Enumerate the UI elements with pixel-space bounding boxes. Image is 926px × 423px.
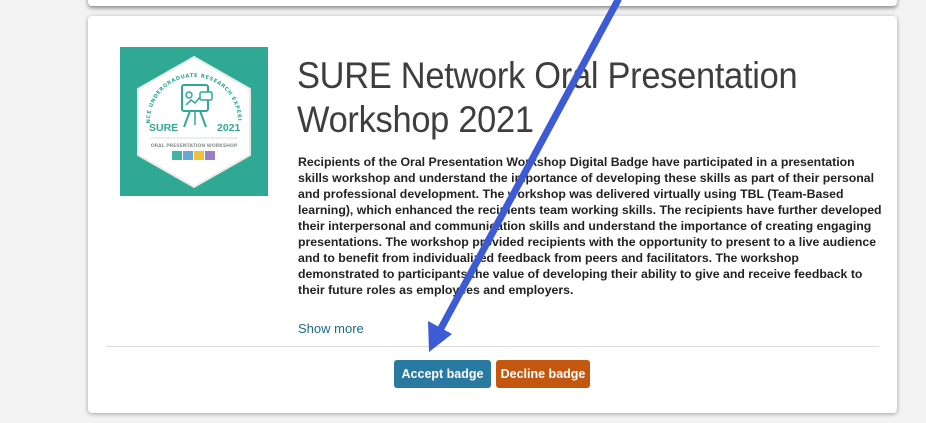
previous-card-bottom: [88, 0, 897, 6]
svg-text:SURE: SURE: [149, 122, 178, 134]
badge-description: Recipients of the Oral Presentation Work…: [298, 155, 882, 297]
badge-card: SCIENCE UNDERGRADUATE RESEARCH EXPERIENC…: [88, 16, 897, 413]
badge-image: SCIENCE UNDERGRADUATE RESEARCH EXPERIENC…: [120, 47, 268, 196]
accept-badge-button[interactable]: Accept badge: [394, 360, 491, 388]
svg-text:ORAL PRESENTATION WORKSHOP: ORAL PRESENTATION WORKSHOP: [151, 143, 238, 149]
decline-badge-button[interactable]: Decline badge: [496, 360, 590, 388]
divider: [106, 346, 879, 347]
badge-title: SURE Network Oral Presentation Workshop …: [297, 55, 798, 140]
show-more-link[interactable]: Show more: [298, 321, 364, 336]
svg-text:2021: 2021: [217, 122, 241, 134]
